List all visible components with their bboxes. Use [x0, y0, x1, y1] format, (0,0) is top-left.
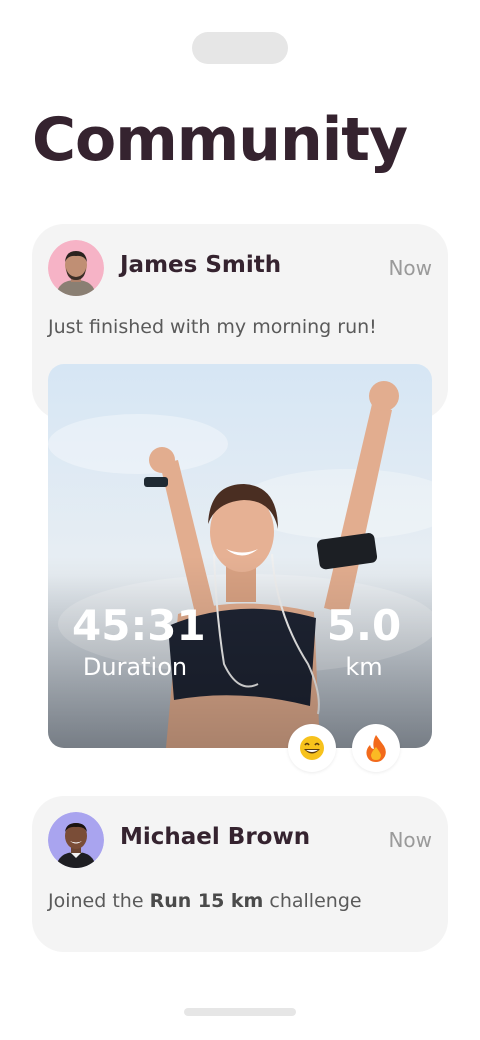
author-name[interactable]: James Smith — [120, 252, 281, 278]
message-prefix: Joined the — [48, 890, 150, 912]
reaction-fire[interactable] — [352, 724, 400, 772]
post-message: Joined the Run 15 km challenge — [48, 890, 362, 912]
message-suffix: challenge — [263, 890, 362, 912]
duration-label: Duration — [82, 653, 188, 681]
post-time: Now — [388, 256, 432, 280]
page-title: Community — [32, 105, 408, 175]
distance-stat: 5.0 km — [324, 602, 404, 684]
run-photo[interactable]: 45:31 Duration 5.0 km — [48, 364, 432, 748]
avatar[interactable] — [48, 240, 104, 296]
avatar-michael-image — [48, 812, 104, 868]
post-time: Now — [388, 828, 432, 852]
challenge-link[interactable]: Run 15 km — [150, 890, 264, 912]
fire-icon — [366, 735, 386, 762]
distance-value: 5.0 — [326, 601, 402, 650]
duration-stat: 45:31 Duration — [72, 601, 206, 684]
author-name[interactable]: Michael Brown — [120, 824, 310, 850]
runner-celebrating-image — [48, 364, 432, 748]
avatar-james-image — [48, 240, 104, 296]
post-card-michael[interactable]: Michael Brown Now Joined the Run 15 km c… — [32, 796, 448, 952]
grinning-face-icon — [300, 736, 324, 760]
reaction-grin[interactable] — [288, 724, 336, 772]
top-handle — [192, 32, 288, 64]
post-message: Just finished with my morning run! — [48, 316, 377, 338]
home-indicator — [184, 1008, 296, 1016]
distance-label: km — [345, 653, 383, 681]
duration-value: 45:31 — [72, 601, 206, 650]
avatar[interactable] — [48, 812, 104, 868]
